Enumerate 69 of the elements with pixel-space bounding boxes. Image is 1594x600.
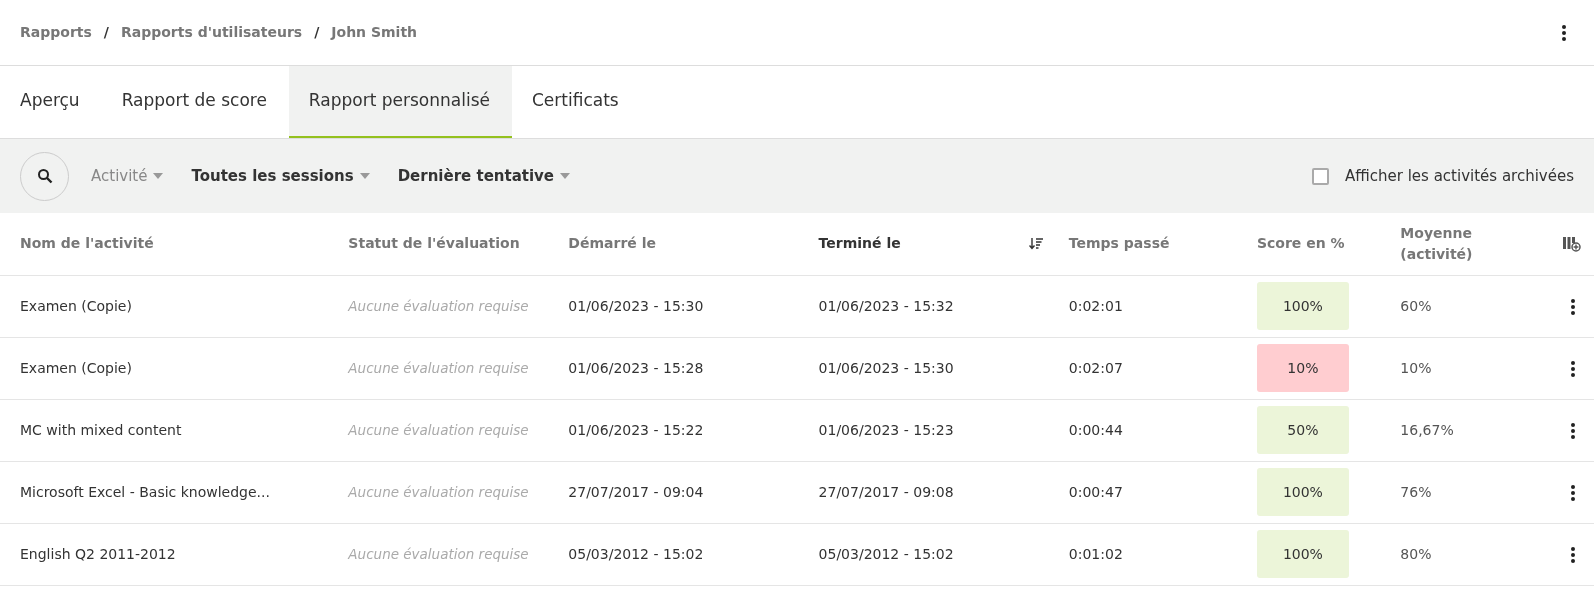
table-cell: Examen (Copie) bbox=[20, 359, 132, 376]
column-header[interactable]: Nom de l'activité bbox=[20, 233, 154, 255]
tab[interactable]: Rapport de score bbox=[101, 66, 289, 138]
table-cell: 27/07/2017 - 09:04 bbox=[568, 483, 704, 500]
tab[interactable]: Rapport personnalisé bbox=[288, 66, 512, 138]
column-header[interactable]: Moyenne (activité) bbox=[1400, 222, 1533, 265]
more-options-icon[interactable] bbox=[1570, 546, 1575, 563]
table-cell: 01/06/2023 - 15:32 bbox=[818, 297, 954, 314]
table-cell: Aucune évaluation requise bbox=[348, 297, 529, 314]
table-cell: 0:00:47 bbox=[1068, 483, 1123, 500]
checkbox-label: Afficher les activités archivées bbox=[1345, 165, 1574, 187]
score-badge: 100% bbox=[1256, 282, 1349, 330]
score-badge: 50% bbox=[1256, 406, 1349, 454]
tab[interactable]: Certificats bbox=[512, 66, 641, 138]
score-badge: 10% bbox=[1256, 344, 1349, 392]
more-options-icon[interactable] bbox=[1570, 484, 1575, 501]
table-cell: 0:02:01 bbox=[1068, 297, 1123, 314]
caret-icon bbox=[153, 173, 164, 179]
table-cell: Aucune évaluation requise bbox=[348, 545, 529, 562]
table-cell: 01/06/2023 - 15:28 bbox=[568, 359, 704, 376]
filter-dropdown[interactable]: Dernière tentative bbox=[387, 164, 581, 188]
caret-icon bbox=[560, 173, 571, 179]
table-cell: 05/03/2012 - 15:02 bbox=[818, 545, 954, 562]
table-cell: MC with mixed content bbox=[20, 421, 182, 438]
table-cell: 0:00:44 bbox=[1068, 421, 1123, 438]
table-cell: 10% bbox=[1400, 359, 1432, 376]
table-cell: 05/03/2012 - 15:02 bbox=[568, 545, 704, 562]
column-header[interactable]: Statut de l'évaluation bbox=[348, 233, 520, 255]
score-badge: 100% bbox=[1256, 468, 1349, 516]
table-cell: 01/06/2023 - 15:23 bbox=[818, 421, 954, 438]
filter-dropdown[interactable]: Activité bbox=[81, 164, 174, 188]
table-cell: 60% bbox=[1400, 297, 1432, 314]
more-options-icon[interactable] bbox=[1562, 25, 1566, 41]
table-cell: 01/06/2023 - 15:30 bbox=[568, 297, 704, 314]
table-cell: Examen (Copie) bbox=[20, 297, 132, 314]
more-options-icon[interactable] bbox=[1570, 360, 1575, 377]
table-cell: 01/06/2023 - 15:30 bbox=[818, 359, 954, 376]
tab[interactable]: Aperçu bbox=[0, 66, 102, 138]
column-header[interactable]: Démarré le bbox=[568, 233, 656, 255]
checkbox[interactable] bbox=[1312, 167, 1329, 185]
table-cell: 0:01:02 bbox=[1068, 545, 1123, 562]
breadcrumb-current: John Smith bbox=[331, 23, 418, 42]
table-cell: Aucune évaluation requise bbox=[348, 483, 529, 500]
table-cell: Aucune évaluation requise bbox=[348, 359, 529, 376]
table-cell: English Q2 2011-2012 bbox=[20, 545, 176, 562]
score-badge: 100% bbox=[1256, 530, 1349, 578]
breadcrumb-separator: / bbox=[314, 23, 320, 42]
table-cell: 0:02:07 bbox=[1068, 359, 1123, 376]
breadcrumb-separator: / bbox=[103, 23, 109, 42]
table-cell: Microsoft Excel - Basic knowledge... bbox=[20, 483, 270, 500]
search-icon bbox=[36, 168, 53, 184]
filter-dropdown[interactable]: Toutes les sessions bbox=[181, 164, 380, 188]
table-cell: 16,67% bbox=[1400, 421, 1454, 438]
table-cell: 27/07/2017 - 09:08 bbox=[818, 483, 954, 500]
more-options-icon[interactable] bbox=[1570, 298, 1575, 315]
column-header[interactable]: Terminé le bbox=[818, 233, 901, 255]
sort-icon[interactable] bbox=[1029, 238, 1043, 251]
more-options-icon[interactable] bbox=[1570, 422, 1575, 439]
table-cell: 80% bbox=[1400, 545, 1432, 562]
caret-icon bbox=[359, 173, 370, 179]
search-button[interactable] bbox=[20, 151, 69, 201]
breadcrumb-link[interactable]: Rapports d'utilisateurs bbox=[120, 22, 303, 43]
table-cell: 76% bbox=[1400, 483, 1432, 500]
table-cell: 01/06/2023 - 15:22 bbox=[568, 421, 704, 438]
column-header[interactable]: Score en % bbox=[1256, 233, 1345, 255]
add-column-icon[interactable] bbox=[1562, 236, 1581, 253]
table-cell: Aucune évaluation requise bbox=[348, 421, 529, 438]
column-header[interactable]: Temps passé bbox=[1068, 233, 1170, 255]
breadcrumb-link[interactable]: Rapports bbox=[20, 22, 92, 43]
